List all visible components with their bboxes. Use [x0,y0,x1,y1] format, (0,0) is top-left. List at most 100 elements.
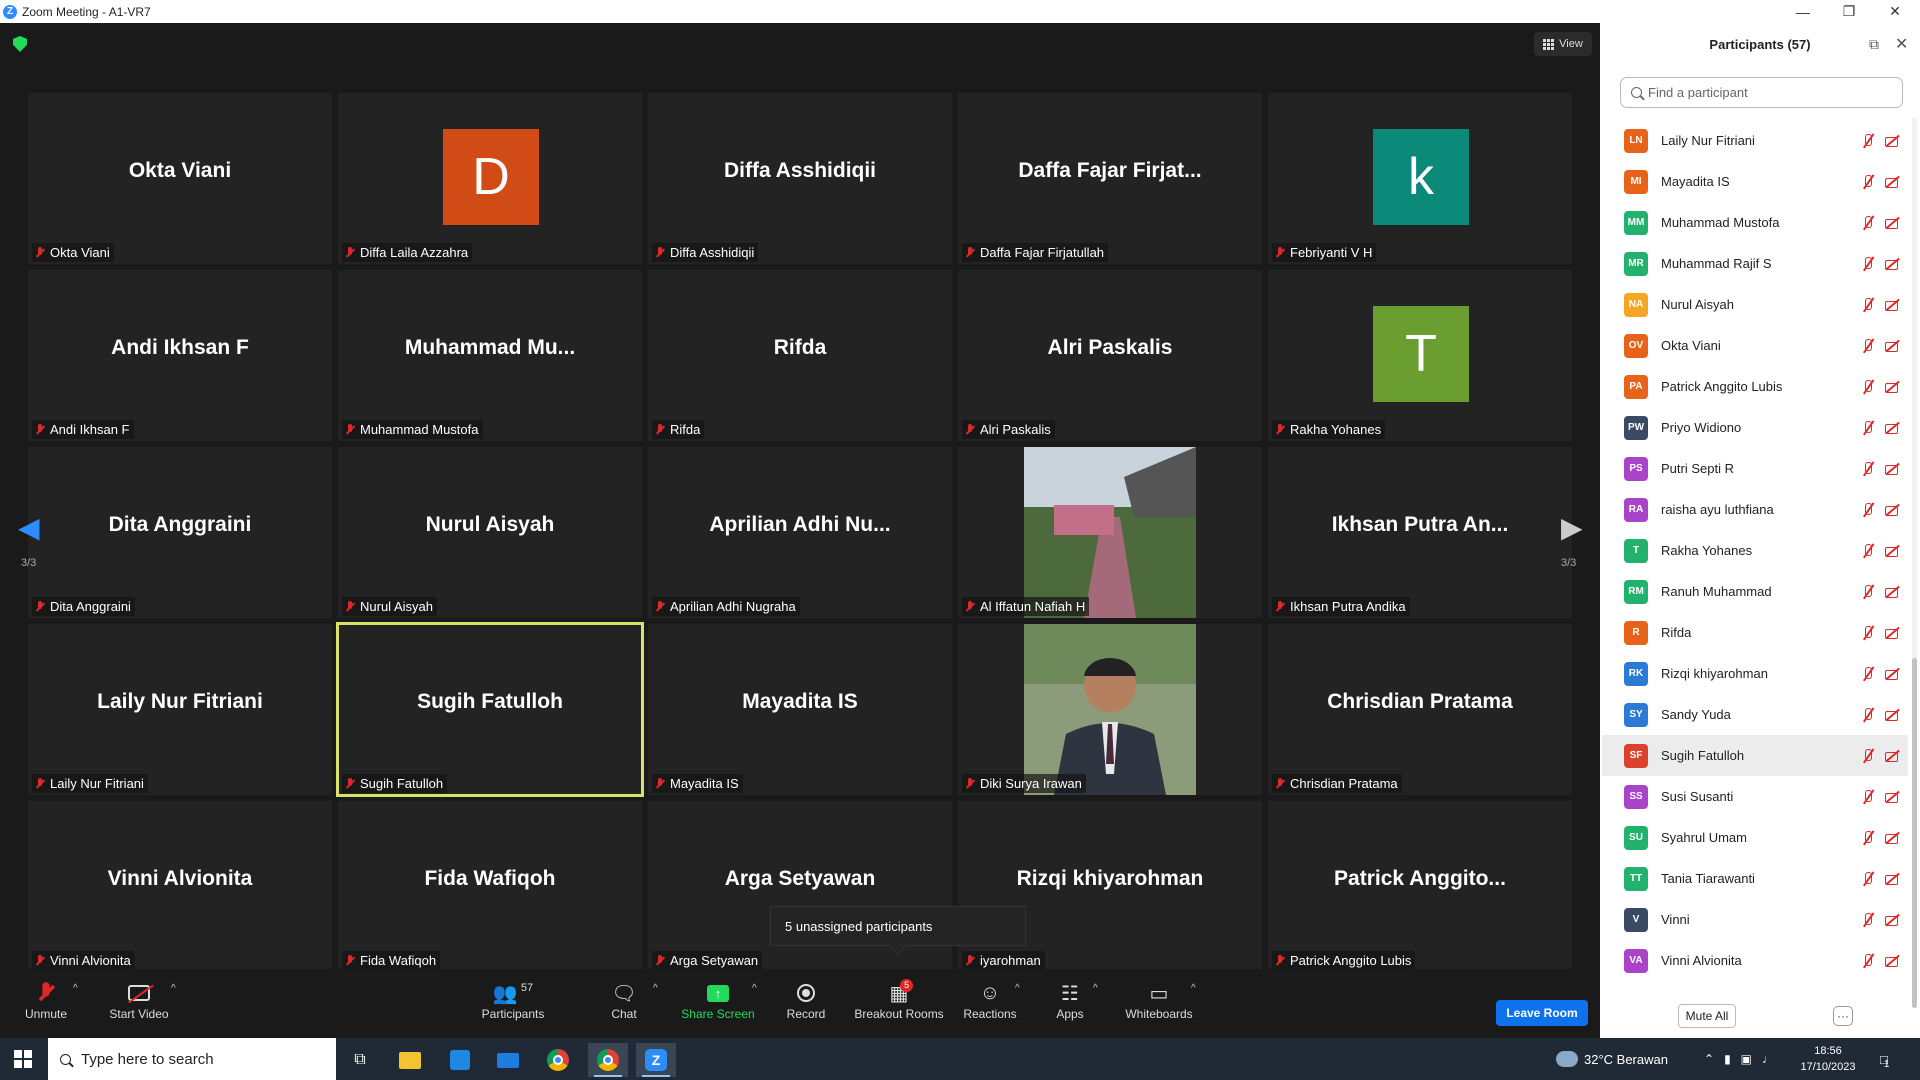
participant-list-item[interactable]: PS Putri Septi R [1602,448,1908,489]
muted-mic-icon[interactable] [1860,297,1876,313]
video-off-icon[interactable] [1884,461,1900,477]
muted-mic-icon[interactable] [1860,953,1876,969]
video-off-icon[interactable] [1884,953,1900,969]
muted-mic-icon[interactable] [1860,379,1876,395]
leave-room-button[interactable]: Leave Room [1496,1000,1588,1026]
participants-button[interactable]: 👥 57 Participants [478,979,548,1033]
record-button[interactable]: Record [780,979,832,1033]
video-options-caret-icon[interactable]: ^ [171,983,176,994]
microsoft-store-icon[interactable] [440,1043,480,1077]
participant-list-item[interactable]: RK Rizqi khiyarohman [1602,653,1908,694]
participant-list-item[interactable]: PW Priyo Widiono [1602,407,1908,448]
clock[interactable]: 18:56 17/10/2023 [1786,1043,1870,1075]
participant-list-item[interactable]: SU Syahrul Umam [1602,817,1908,858]
chrome-icon[interactable] [538,1043,578,1077]
scrollbar-thumb[interactable] [1912,658,1917,1008]
muted-mic-icon[interactable] [1860,502,1876,518]
participant-list-item[interactable]: R Rifda [1602,612,1908,653]
volume-icon[interactable]: ♩ [1762,1052,1774,1066]
share-screen-button[interactable]: ↑ Share Screen [680,979,756,1033]
participant-tile[interactable]: k Febriyanti V H [1268,93,1572,264]
mail-icon[interactable] [488,1043,528,1077]
participant-list-item[interactable]: VA Vinni Alvionita [1602,940,1908,981]
participant-tile[interactable]: Aprilian Adhi Nu... Aprilian Adhi Nugraha [648,447,952,618]
participant-tile[interactable]: Sugih Fatulloh Sugih Fatulloh [336,622,644,797]
participant-tile[interactable]: Mayadita IS Mayadita IS [648,624,952,795]
video-off-icon[interactable] [1884,584,1900,600]
video-off-icon[interactable] [1884,625,1900,641]
video-off-icon[interactable] [1884,420,1900,436]
video-off-icon[interactable] [1884,871,1900,887]
participant-list[interactable]: LN Laily Nur Fitriani MI Mayadita IS MM Muham… [1600,113,1910,1011]
video-off-icon[interactable] [1884,502,1900,518]
reactions-options-caret-icon[interactable]: ^ [1015,983,1020,994]
microphone-icon[interactable]: ▮ [1724,1052,1731,1066]
participant-list-item[interactable]: SY Sandy Yuda [1602,694,1908,735]
muted-mic-icon[interactable] [1860,871,1876,887]
video-off-icon[interactable] [1884,174,1900,190]
video-off-icon[interactable] [1884,830,1900,846]
muted-mic-icon[interactable] [1860,707,1876,723]
weather-widget[interactable]: 32°C Berawan [1556,1038,1668,1080]
muted-mic-icon[interactable] [1860,420,1876,436]
chat-button[interactable]: 🗨 Chat [602,979,646,1033]
muted-mic-icon[interactable] [1860,584,1876,600]
minimize-icon[interactable]: — [1780,0,1826,23]
muted-mic-icon[interactable] [1860,215,1876,231]
muted-mic-icon[interactable] [1860,830,1876,846]
unmute-button[interactable]: Unmute [18,979,74,1033]
audio-options-caret-icon[interactable]: ^ [73,983,78,994]
participant-tile[interactable]: Rifda Rifda [648,270,952,441]
participant-tile[interactable]: Vinni Alvionita Vinni Alvionita [28,801,332,972]
participant-tile[interactable]: Al Iffatun Nafiah H [958,447,1262,618]
chrome-active-icon[interactable] [588,1043,628,1077]
participant-list-item[interactable]: LN Laily Nur Fitriani [1602,120,1908,161]
participant-list-item[interactable]: NA Nurul Aisyah [1602,284,1908,325]
share-options-caret-icon[interactable]: ^ [752,983,757,994]
participant-tile[interactable]: Andi Ikhsan F Andi Ikhsan F [28,270,332,441]
reactions-button[interactable]: ☺ Reactions [962,979,1018,1033]
participant-tile[interactable]: Diki Surya Irawan [958,624,1262,795]
participant-tile[interactable]: Daffa Fajar Firjat... Daffa Fajar Firjatu… [958,93,1262,264]
participant-tile[interactable]: Diffa Asshidiqii Diffa Asshidiqii [648,93,952,264]
show-hidden-icons-icon[interactable]: ⌃ [1704,1052,1714,1066]
participant-tile[interactable]: Nurul Aisyah Nurul Aisyah [338,447,642,618]
muted-mic-icon[interactable] [1860,174,1876,190]
pop-out-icon[interactable]: ⧉ [1869,36,1879,53]
participant-list-item[interactable]: TT Tania Tiarawanti [1602,858,1908,899]
muted-mic-icon[interactable] [1860,461,1876,477]
video-off-icon[interactable] [1884,543,1900,559]
participant-tile[interactable]: Laily Nur Fitriani Laily Nur Fitriani [28,624,332,795]
participant-tile[interactable]: Alri Paskalis Alri Paskalis [958,270,1262,441]
next-page-icon[interactable]: ▶ [1561,511,1583,544]
muted-mic-icon[interactable] [1860,338,1876,354]
participant-tile[interactable]: Patrick Anggito... Patrick Anggito Lubis [1268,801,1572,972]
start-video-button[interactable]: Start Video [104,979,174,1033]
participant-list-item[interactable]: OV Okta Viani [1602,325,1908,366]
more-options-button[interactable]: ··· [1833,1006,1853,1026]
whiteboards-button[interactable]: ▭ Whiteboards [1124,979,1194,1033]
participant-tile[interactable]: Dita Anggraini Dita Anggraini [28,447,332,618]
unassigned-participants-tooltip[interactable]: 5 unassigned participants [770,906,1026,946]
participant-list-item[interactable]: MM Muhammad Mustofa [1602,202,1908,243]
breakout-rooms-button[interactable]: ▦ 5 Breakout Rooms [852,979,946,1033]
restore-icon[interactable]: ❐ [1826,0,1872,23]
muted-mic-icon[interactable] [1860,543,1876,559]
participant-list-scrollbar[interactable] [1912,118,1917,1008]
taskbar-search-input[interactable]: Type here to search [48,1038,336,1080]
view-button[interactable]: View [1534,32,1592,56]
participant-list-item[interactable]: V Vinni [1602,899,1908,940]
participant-tile[interactable]: T Rakha Yohanes [1268,270,1572,441]
file-explorer-icon[interactable] [390,1043,430,1077]
apps-button[interactable]: ☷ Apps [1050,979,1090,1033]
participant-tile[interactable]: Arga Setyawan Arga Setyawan [648,801,952,972]
notifications-icon[interactable]: □ 1 [1880,1038,1889,1080]
video-off-icon[interactable] [1884,133,1900,149]
whiteboards-options-caret-icon[interactable]: ^ [1191,983,1196,994]
video-off-icon[interactable] [1884,297,1900,313]
video-off-icon[interactable] [1884,338,1900,354]
muted-mic-icon[interactable] [1860,666,1876,682]
participant-list-item[interactable]: SS Susi Susanti [1602,776,1908,817]
close-panel-icon[interactable]: ✕ [1895,34,1908,54]
muted-mic-icon[interactable] [1860,256,1876,272]
